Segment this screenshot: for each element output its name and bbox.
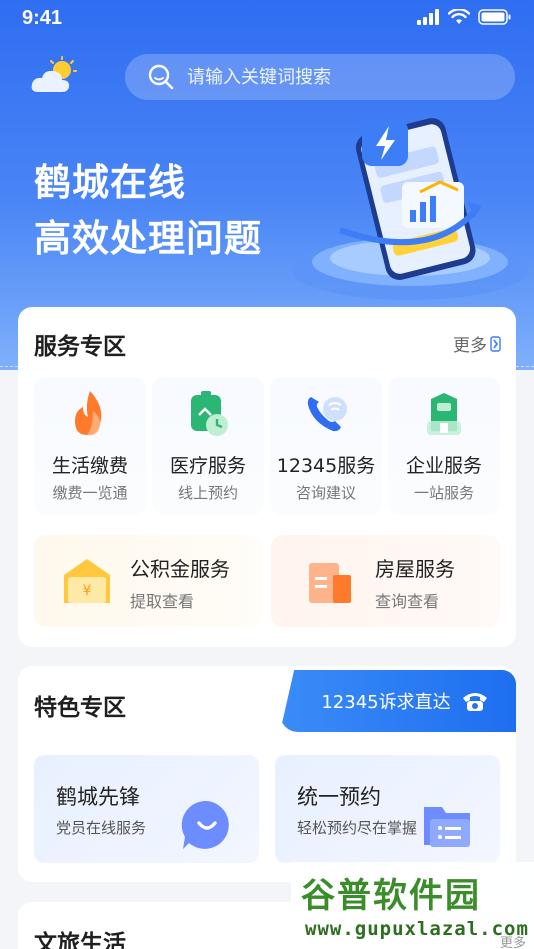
featured-item-subtitle: 党员在线服务 (56, 819, 147, 837)
service-subtitle: 提取查看 (130, 592, 195, 611)
featured-item-title: 鹤城先锋 (56, 785, 140, 809)
services-wide-grid: ¥ 公积金服务 提取查看 房屋服务 查询查看 (34, 535, 500, 627)
featured-item-subtitle: 轻松预约尽在掌握 (297, 819, 418, 837)
services-grid: 生活缴费 缴费一览通 医疗服务 线上预约 12345服务 咨询建议 企业服务 一… (34, 377, 500, 515)
status-time: 9:41 (22, 7, 63, 29)
culture-title: 文旅生活 (34, 931, 126, 949)
hero-line2: 高效处理问题 (34, 217, 262, 260)
watermark: 谷普软件园 更多 www.gupuxlazal.com (291, 862, 534, 949)
service-subtitle: 线上预约 (177, 484, 238, 502)
featured-appointment[interactable]: 统一预约 轻松预约尽在掌握 (275, 755, 500, 863)
house-building-icon (309, 563, 351, 603)
watermark-logo: 谷普软件园 (301, 876, 481, 916)
featured-item-title: 统一预约 (297, 785, 381, 809)
phone-call-icon (307, 397, 347, 432)
service-title: 12345服务 (276, 455, 376, 477)
telephone-icon (462, 693, 487, 711)
featured-card: 特色专区 12345诉求直达 鹤城先锋 党员在线服务 统一预约 轻松预约尽在掌握 (18, 666, 516, 882)
search-bar[interactable] (125, 54, 515, 100)
service-housing[interactable]: 房屋服务 查询查看 (271, 535, 500, 627)
featured-pioneer[interactable]: 鹤城先锋 党员在线服务 (34, 755, 259, 863)
watermark-url: www.gupuxlazal.com (305, 918, 529, 940)
medical-clock-icon (191, 391, 228, 436)
service-medical[interactable]: 医疗服务 线上预约 (152, 377, 264, 515)
signal-icon (417, 9, 439, 25)
service-title: 房屋服务 (375, 557, 455, 581)
weather-icon[interactable] (30, 56, 80, 96)
service-title: 生活缴费 (51, 455, 128, 477)
folder-icon (424, 807, 470, 847)
featured-title: 特色专区 (34, 695, 126, 721)
wifi-icon (448, 9, 470, 24)
more-label: 更多 (453, 336, 487, 356)
featured-grid: 鹤城先锋 党员在线服务 统一预约 轻松预约尽在掌握 (34, 755, 500, 863)
service-life-payment[interactable]: 生活缴费 缴费一览通 (34, 377, 146, 515)
service-12345[interactable]: 12345服务 咨询建议 (270, 377, 382, 515)
chat-bubble-icon (181, 800, 229, 849)
service-title: 医疗服务 (169, 455, 246, 477)
search-icon (148, 64, 174, 90)
hero-slogan: 鹤城在线 高效处理问题 (34, 155, 262, 267)
hero-line1: 鹤城在线 (34, 161, 186, 204)
search-input[interactable] (187, 66, 487, 88)
hotline-12345-button[interactable]: 12345诉求直达 (280, 670, 516, 732)
service-subtitle: 一站服务 (413, 484, 474, 502)
battery-icon (478, 9, 511, 25)
hero-phone-illustration (292, 118, 528, 300)
service-title: 企业服务 (405, 455, 482, 477)
service-subtitle: 查询查看 (375, 592, 440, 611)
status-bar: 9:41 (0, 0, 534, 38)
services-more-link[interactable]: 更多 (453, 331, 502, 356)
hotline-label: 12345诉求直达 (321, 692, 451, 713)
yuan-envelope-icon: ¥ (64, 559, 110, 603)
services-card: 服务专区 更多 生活缴费 缴费一览通 医疗服务 线上预约 12345服务 咨询建… (18, 307, 516, 647)
chevron-right-icon (490, 335, 501, 352)
service-housing-fund[interactable]: ¥ 公积金服务 提取查看 (34, 535, 263, 627)
flame-icon (75, 391, 102, 436)
service-subtitle: 咨询建议 (295, 484, 356, 502)
service-title: 公积金服务 (130, 557, 230, 581)
svg-text:¥: ¥ (83, 583, 92, 599)
building-icon (427, 393, 461, 435)
status-icons (416, 9, 512, 25)
services-title: 服务专区 (34, 334, 126, 360)
service-enterprise[interactable]: 企业服务 一站服务 (388, 377, 500, 515)
service-subtitle: 缴费一览通 (52, 484, 128, 502)
